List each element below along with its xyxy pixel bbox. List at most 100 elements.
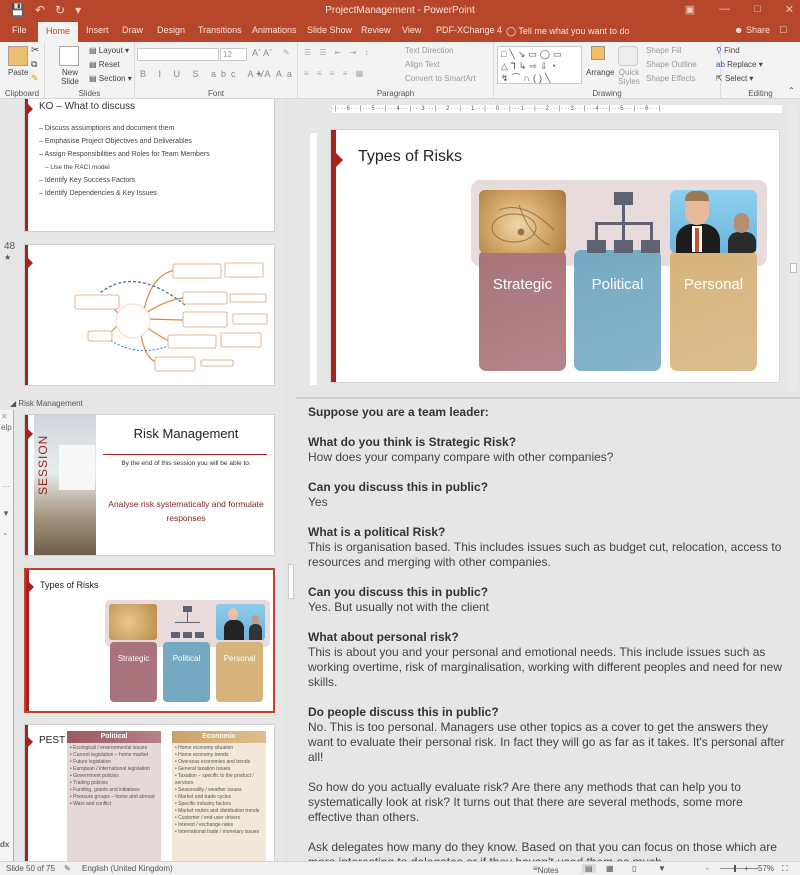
collapse-ribbon-icon[interactable]: ⌃ xyxy=(788,86,795,95)
paste-button[interactable]: Paste xyxy=(8,68,28,77)
find-button[interactable]: ⚲ Find xyxy=(716,46,740,55)
thumbnail-slide-48[interactable] xyxy=(24,244,275,386)
cut-icon[interactable]: ✂ xyxy=(31,45,39,56)
text-direction-button[interactable]: Text Direction xyxy=(405,46,453,55)
close-icon[interactable]: ✕ xyxy=(0,410,13,423)
quick-styles-icon xyxy=(618,46,638,66)
shape-outline-button[interactable]: Shape Outline xyxy=(646,60,697,69)
thumbnail-slide-51[interactable]: PEST Political • Ecological / environmen… xyxy=(24,724,275,861)
slide-title[interactable]: Types of Risks xyxy=(358,148,462,166)
clear-format-icon[interactable]: ✎ xyxy=(283,48,290,57)
tab-review[interactable]: Review xyxy=(361,25,391,35)
tab-file[interactable]: File xyxy=(12,25,27,35)
overlapping-window[interactable]: ✕ elp … ▼ ⌃ dx xyxy=(0,410,14,865)
format-painter-icon[interactable]: ✎ xyxy=(31,73,39,84)
thumbnail-slide-50[interactable]: Types of Risks Strategic Political Perso… xyxy=(24,568,275,713)
businessmen-photo[interactable] xyxy=(670,190,757,253)
font-color-icon[interactable]: ✦ A xyxy=(255,69,271,80)
copy-icon[interactable]: ⧉ xyxy=(31,59,37,70)
align-buttons[interactable]: ≡ ≡ ≡ ≡ ▦ xyxy=(304,69,366,78)
arrange-button[interactable]: Arrange xyxy=(586,68,614,77)
list-item: • Government policies xyxy=(70,773,119,779)
select-button[interactable]: ⇱ Select ▾ xyxy=(716,74,753,83)
zoom-slider[interactable] xyxy=(720,865,758,872)
current-slide[interactable]: Types of Risks Strategic Political Perso… xyxy=(330,129,780,383)
tab-transitions[interactable]: Transitions xyxy=(198,25,242,35)
thumb-card-personal: Personal xyxy=(216,642,263,702)
zoom-slider-handle[interactable] xyxy=(734,865,736,872)
slide-sorter-icon[interactable]: ▦ xyxy=(606,864,614,873)
more-icon[interactable]: … xyxy=(0,480,13,489)
grow-font-icon[interactable]: Aˆ Aˇ xyxy=(252,48,272,58)
political-list: • Ecological / environmental issues • Cur… xyxy=(67,743,161,810)
quick-styles-button[interactable]: Quick Styles xyxy=(616,68,642,86)
shapes-gallery[interactable]: □╲↘▭◯▭ △⅂↳⇨⇩◔ ↯⌒∩()╲ xyxy=(497,46,582,84)
shape-effects-button[interactable]: Shape Effects xyxy=(646,74,696,83)
language-indicator[interactable]: English (United Kingdom) xyxy=(82,864,173,873)
replace-button[interactable]: ab Replace ▾ xyxy=(716,60,763,69)
list-item: • Trading policies xyxy=(70,780,108,786)
thumbnail-scrollbar[interactable] xyxy=(286,99,294,861)
editor-scrollbar[interactable] xyxy=(789,105,798,390)
font-label: Font xyxy=(207,89,224,98)
normal-view-icon[interactable]: ▤ xyxy=(582,864,596,873)
risk-card-political[interactable]: Political xyxy=(574,250,661,371)
thumb-objective: Analyse risk systematically and formulat… xyxy=(108,499,264,523)
ribbon-display-icon[interactable]: ▣ xyxy=(685,3,695,16)
accent-arrow xyxy=(336,153,343,167)
list-buttons[interactable]: ☰ ☰ ⇤ ⇥ ↕ xyxy=(304,48,372,57)
thumb-risk-panel xyxy=(105,600,270,647)
minimize-icon[interactable]: — xyxy=(719,3,730,16)
notes-pane[interactable]: Suppose you are a team leader: What do y… xyxy=(296,397,800,869)
tab-draw[interactable]: Draw xyxy=(122,25,143,35)
convert-smartart-button[interactable]: Convert to SmartArt xyxy=(405,74,476,83)
list-item: • Funding, grants and initiatives xyxy=(70,787,140,793)
fit-slide-icon[interactable]: ⛶ xyxy=(782,864,788,874)
tell-me-box[interactable]: ◯ Tell me what you want to do xyxy=(506,26,629,37)
zoom-in-button[interactable]: + xyxy=(744,864,749,873)
share-button[interactable]: ☻ Share xyxy=(734,25,770,35)
section-button[interactable]: ▤ Section ▾ xyxy=(89,74,132,83)
slideshow-icon[interactable]: ▼ xyxy=(658,864,666,873)
tab-slide-show[interactable]: Slide Show xyxy=(307,25,352,35)
zoom-level[interactable]: 57% xyxy=(758,864,774,873)
strategy-image[interactable] xyxy=(479,190,566,253)
economic-header: Economic xyxy=(172,731,266,743)
notes-toggle[interactable]: ≡ Notes xyxy=(533,864,559,875)
tab-insert[interactable]: Insert xyxy=(86,25,109,35)
spellcheck-icon[interactable]: ✎ xyxy=(64,864,71,873)
layout-button[interactable]: ▤ Layout ▾ xyxy=(89,46,129,55)
thumb-title: PEST xyxy=(39,735,66,746)
zoom-out-button[interactable]: - xyxy=(706,864,709,873)
maximize-icon[interactable]: □ xyxy=(754,3,761,16)
thumbnail-slide-47[interactable]: KO – What to discuss – Discuss assumptio… xyxy=(24,99,275,232)
scrollbar-thumb[interactable] xyxy=(790,263,797,273)
font-format-buttons[interactable]: B I U S abc AV Aa xyxy=(140,69,297,79)
font-name-input[interactable] xyxy=(137,48,219,61)
align-text-button[interactable]: Align Text xyxy=(405,60,440,69)
list-item: • Specific industry factors xyxy=(175,801,231,807)
risk-card-strategic[interactable]: Strategic xyxy=(479,250,566,371)
close-icon[interactable]: ✕ xyxy=(785,3,794,16)
tab-animations[interactable]: Animations xyxy=(252,25,297,35)
tab-design[interactable]: Design xyxy=(157,25,185,35)
shape-fill-button[interactable]: Shape Fill xyxy=(646,46,682,55)
scrollbar-thumb[interactable] xyxy=(288,564,294,599)
risk-card-personal[interactable]: Personal xyxy=(670,250,757,371)
tab-view[interactable]: View xyxy=(402,25,421,35)
reading-view-icon[interactable]: ▯ xyxy=(632,864,636,873)
font-size-input[interactable]: 12 xyxy=(220,48,247,61)
tab-pdf-xchange[interactable]: PDF-XChange 4 xyxy=(436,25,502,35)
accent-arrow xyxy=(28,737,33,747)
accent-arrow xyxy=(28,104,33,114)
tab-home[interactable]: Home xyxy=(38,22,79,42)
thumbnail-slide-49[interactable]: SESSION Risk Management By the end of th… xyxy=(24,414,275,556)
scroll-up-icon[interactable]: ⌃ xyxy=(0,532,13,541)
help-label[interactable]: elp xyxy=(0,423,13,432)
new-slide-button[interactable]: New Slide xyxy=(57,68,83,86)
dropdown-icon[interactable]: ▼ xyxy=(0,509,13,518)
clipboard-label: Clipboard xyxy=(4,89,40,98)
section-header-risk-management[interactable]: ◢ Risk Management xyxy=(10,399,83,408)
reset-button[interactable]: ▤ Reset xyxy=(89,60,120,69)
comments-icon[interactable]: □ xyxy=(780,24,787,36)
